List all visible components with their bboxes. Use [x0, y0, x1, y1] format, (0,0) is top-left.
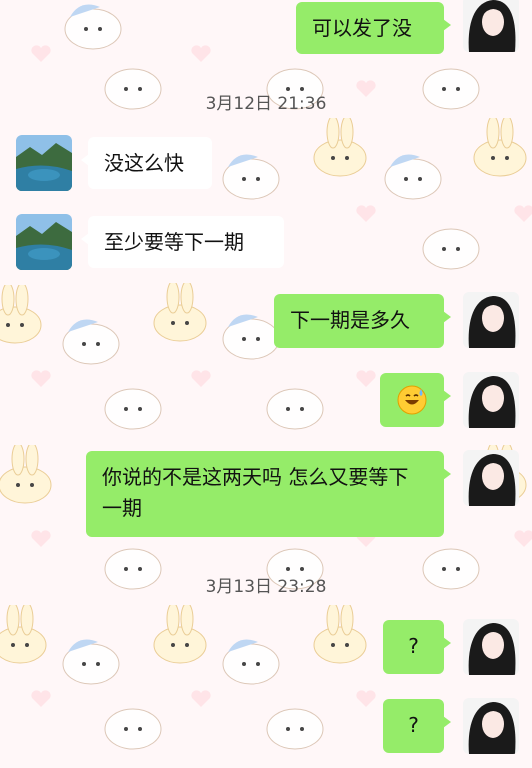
- contact-avatar[interactable]: [16, 214, 72, 270]
- chat-bubble-sent[interactable]: [380, 373, 451, 427]
- my-avatar[interactable]: [463, 292, 519, 348]
- bunny-sticker-icon: [473, 118, 527, 177]
- cat-sticker-icon: [104, 388, 162, 430]
- my-avatar[interactable]: [463, 450, 519, 506]
- heart-icon: [31, 530, 51, 547]
- bunny-sticker-icon: [153, 283, 207, 342]
- heart-icon: [31, 45, 51, 62]
- chat-timestamp: 3月12日 21:36: [205, 94, 327, 114]
- sweat-smile-emoji-icon: [397, 385, 427, 415]
- heart-icon: [191, 370, 211, 387]
- cat-sticker-icon: [62, 639, 120, 685]
- chat-wallpaper: [0, 0, 532, 768]
- cat-sticker-icon: [64, 4, 122, 50]
- chat-bubble-sent[interactable]: 可以发了没: [296, 2, 451, 54]
- bunny-sticker-icon: [153, 605, 207, 664]
- heart-icon: [356, 690, 376, 707]
- bunny-sticker-icon: [0, 445, 52, 504]
- heart-icon: [191, 690, 211, 707]
- cat-sticker-icon: [384, 154, 442, 200]
- chat-bubble-received[interactable]: 至少要等下一期: [81, 216, 284, 268]
- chat-bubble-sent[interactable]: ?: [383, 699, 451, 753]
- cat-sticker-icon: [104, 708, 162, 750]
- cat-sticker-icon: [222, 639, 280, 685]
- heart-icon: [356, 370, 376, 387]
- heart-icon: [356, 205, 376, 222]
- chat-bubble-sent[interactable]: 你说的不是这两天吗 怎么又要等下一期: [86, 451, 451, 537]
- heart-icon: [31, 370, 51, 387]
- bunny-sticker-icon: [0, 605, 47, 664]
- bunny-sticker-icon: [0, 285, 42, 344]
- my-avatar[interactable]: [463, 619, 519, 675]
- bunny-sticker-icon: [313, 118, 367, 177]
- bunny-sticker-icon: [313, 605, 367, 664]
- heart-icon: [514, 530, 532, 547]
- cat-sticker-icon: [266, 708, 324, 750]
- chat-bubble-sent[interactable]: ?: [383, 620, 451, 674]
- cat-sticker-icon: [266, 388, 324, 430]
- my-avatar[interactable]: [463, 698, 519, 754]
- cat-sticker-icon: [422, 228, 480, 270]
- heart-icon: [514, 205, 532, 222]
- my-avatar[interactable]: [463, 0, 519, 52]
- my-avatar[interactable]: [463, 372, 519, 428]
- chat-bubble-sent[interactable]: 下一期是多久: [274, 294, 451, 348]
- contact-avatar[interactable]: [16, 135, 72, 191]
- chat-timestamp: 3月13日 23:28: [205, 577, 327, 597]
- heart-icon: [31, 690, 51, 707]
- heart-icon: [191, 45, 211, 62]
- cat-sticker-icon: [62, 319, 120, 365]
- cat-sticker-icon: [222, 154, 280, 200]
- chat-bubble-received[interactable]: 没这么快: [81, 137, 212, 189]
